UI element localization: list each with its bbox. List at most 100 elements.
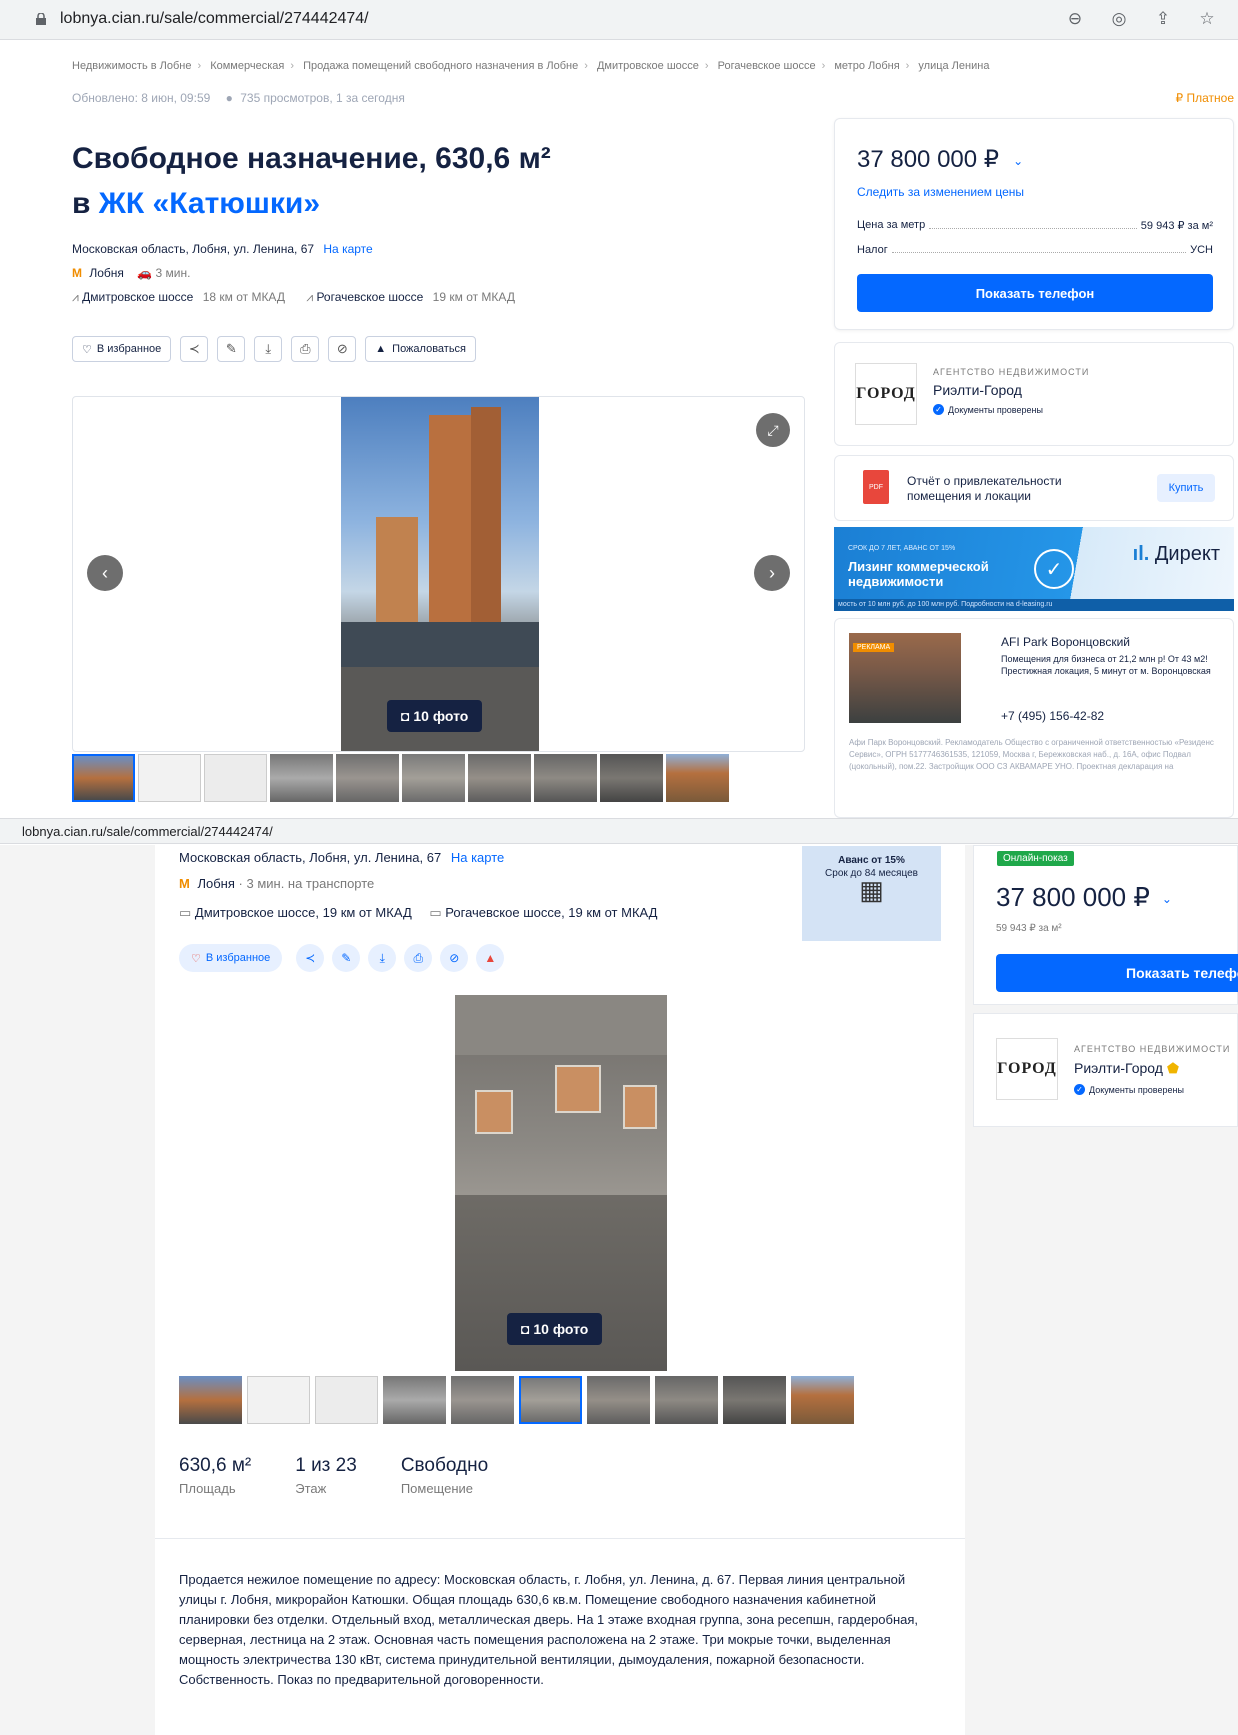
follow-price-link[interactable]: Следить за изменением цены xyxy=(857,185,1024,199)
agency-name[interactable]: Риэлти-Город xyxy=(933,382,1089,398)
photo-count-badge[interactable]: ◘ 10 фото xyxy=(387,700,483,732)
banner-footer: мость от 10 млн руб. до 100 млн руб. Под… xyxy=(834,599,1234,611)
buy-report-button[interactable]: Купить xyxy=(1157,474,1215,502)
thumbnail[interactable] xyxy=(468,754,531,802)
road1-name[interactable]: Дмитровское шоссе xyxy=(82,290,193,304)
chevron-down-icon[interactable]: ⌄ xyxy=(1013,154,1023,168)
lower-print-button[interactable]: ⎙ xyxy=(404,944,433,972)
leasing-banner[interactable]: СРОК ДО 7 ЛЕТ, АВАНС ОТ 15% Лизинг комме… xyxy=(834,527,1234,611)
share-icon: ≺ xyxy=(305,951,316,965)
lower-share-button[interactable]: ≺ xyxy=(296,944,325,972)
highway-icon: ▭ xyxy=(429,905,442,920)
complain-button[interactable]: ▲ Пожаловаться xyxy=(365,336,477,362)
ad-card[interactable]: РЕКЛАМА AFI Park Воронцовский Помещения … xyxy=(834,618,1234,818)
fullscreen-button[interactable]: ⤢ xyxy=(756,413,790,447)
lower-complain-button[interactable]: ▲ xyxy=(476,944,505,972)
lower-show-phone-button[interactable]: Показать телефон xyxy=(996,954,1238,992)
thumbnail[interactable] xyxy=(655,1376,718,1424)
thumbnail[interactable] xyxy=(600,754,663,802)
lower-agent-card[interactable]: ГОРОД АГЕНТСТВО НЕДВИЖИМОСТИ Риэлти-Горо… xyxy=(973,1013,1238,1127)
star-icon[interactable]: ☆ xyxy=(1196,8,1218,30)
eye-off-icon[interactable]: ◎ xyxy=(1108,8,1130,30)
lower-metro-time: · 3 мин. на транспорте xyxy=(238,876,375,891)
print-button[interactable]: ⎙ xyxy=(291,336,320,362)
key-stats: 630,6 м² Площадь 1 из 23 Этаж Свободно П… xyxy=(179,1455,488,1496)
metro-name[interactable]: Лобня xyxy=(89,266,124,280)
breadcrumb-item[interactable]: Рогачевское шоссе xyxy=(718,60,816,72)
breadcrumb-item[interactable]: Продажа помещений свободного назначения … xyxy=(303,60,578,72)
lower-road1[interactable]: Дмитровское шоссе, 19 км от МКАД xyxy=(195,905,412,920)
edit-button[interactable]: ✎ xyxy=(217,336,246,362)
leasing-promo[interactable]: Аванс от 15% Срок до 84 месяцев ▦ xyxy=(802,846,941,941)
thumbnail[interactable] xyxy=(587,1376,650,1424)
favorite-button[interactable]: ♡ В избранное xyxy=(72,336,172,362)
lower-edit-button[interactable]: ✎ xyxy=(332,944,361,972)
lock-icon xyxy=(36,13,46,25)
next-photo-button[interactable]: › xyxy=(754,555,790,591)
zoom-icon[interactable]: ⊖ xyxy=(1064,8,1086,30)
lower-photo-count-badge[interactable]: ◘ 10 фото xyxy=(507,1313,603,1345)
thumbnail[interactable] xyxy=(534,754,597,802)
stat-area: 630,6 м² Площадь xyxy=(179,1455,251,1496)
thumbnail[interactable] xyxy=(666,754,729,802)
prev-photo-button[interactable]: ‹ xyxy=(87,555,123,591)
breadcrumb: Недвижимость в Лобне › Коммерческая › Прод… xyxy=(72,60,990,72)
chevron-down-icon[interactable]: ⌄ xyxy=(1162,892,1172,906)
lower-road2[interactable]: Рогачевское шоссе, 19 км от МКАД xyxy=(445,905,657,920)
stat-label: Помещение xyxy=(400,1481,474,1496)
download-button[interactable]: ⤓ xyxy=(254,336,283,362)
thumbnail[interactable] xyxy=(72,754,135,802)
share-icon[interactable]: ⇪ xyxy=(1152,8,1174,30)
tax-label: Налог xyxy=(857,244,888,256)
ad-phone[interactable]: +7 (495) 156-42-82 xyxy=(1001,709,1104,723)
lower-favorite-button[interactable]: ♡ В избранное xyxy=(179,944,283,972)
favorite-label: В избранное xyxy=(96,343,162,355)
share-button[interactable]: ≺ xyxy=(180,336,209,362)
url-text[interactable]: lobnya.cian.ru/sale/commercial/274442474… xyxy=(60,10,369,28)
breadcrumb-item[interactable]: Коммерческая xyxy=(210,60,284,72)
lower-hide-button[interactable]: ⊘ xyxy=(440,944,469,972)
action-bar: ♡ В избранное ≺ ✎ ⤓ ⎙ ⊘ ▲ Пожаловаться xyxy=(72,336,477,362)
road2-name[interactable]: Рогачевское шоссе xyxy=(316,290,423,304)
map-link[interactable]: На карте xyxy=(323,242,372,256)
ad-title[interactable]: AFI Park Воронцовский xyxy=(1001,635,1130,649)
lower-address-text: Московская область, Лобня, ул. Ленина, 6… xyxy=(179,850,442,865)
breadcrumb-item[interactable]: метро Лобня xyxy=(834,60,899,72)
highway-icon: ⩘ xyxy=(72,290,79,304)
ad-badge: РЕКЛАМА xyxy=(853,643,895,652)
agency-name[interactable]: Риэлти-Город ⬟ xyxy=(1074,1060,1230,1077)
breadcrumb-item[interactable]: улица Ленина xyxy=(918,60,989,72)
thumbnail[interactable] xyxy=(519,1376,582,1424)
thumbnail[interactable] xyxy=(791,1376,854,1424)
thumbnail[interactable] xyxy=(723,1376,786,1424)
thumbnail[interactable] xyxy=(204,754,267,802)
thumbnail[interactable] xyxy=(179,1376,242,1424)
highway-icon: ⩘ xyxy=(306,290,314,304)
complex-link[interactable]: ЖК «Катюшки» xyxy=(99,187,320,220)
thumbnail[interactable] xyxy=(402,754,465,802)
thumbnail[interactable] xyxy=(138,754,201,802)
lower-download-button[interactable]: ⤓ xyxy=(368,944,397,972)
url-text-2[interactable]: lobnya.cian.ru/sale/commercial/274442474… xyxy=(22,824,273,839)
thumbnail[interactable] xyxy=(336,754,399,802)
thumbnail[interactable] xyxy=(315,1376,378,1424)
building-photo[interactable] xyxy=(341,397,539,751)
browser-address-bar-2: lobnya.cian.ru/sale/commercial/274442474… xyxy=(0,818,1238,844)
lower-highways: ▭ Дмитровское шоссе, 19 км от МКАД ▭ Рог… xyxy=(179,905,657,921)
lower-map-link[interactable]: На карте xyxy=(451,850,504,865)
price-card: 37 800 000 ₽ ⌄ Следить за изменением цены… xyxy=(834,118,1234,330)
highway-icon: ▭ xyxy=(179,905,192,920)
thumbnail[interactable] xyxy=(451,1376,514,1424)
thumbnail[interactable] xyxy=(270,754,333,802)
show-phone-button[interactable]: Показать телефон xyxy=(857,274,1213,312)
interior-photo[interactable]: ◘ 10 фото xyxy=(455,995,667,1371)
lower-metro-name[interactable]: Лобня xyxy=(197,876,234,891)
agent-card[interactable]: ГОРОД АГЕНТСТВО НЕДВИЖИМОСТИ Риэлти-Горо… xyxy=(834,342,1234,446)
thumbnail[interactable] xyxy=(247,1376,310,1424)
hide-button[interactable]: ⊘ xyxy=(328,336,357,362)
thumbnail[interactable] xyxy=(383,1376,446,1424)
breadcrumb-item[interactable]: Недвижимость в Лобне xyxy=(72,60,191,72)
paid-label: Платное xyxy=(1186,91,1234,105)
verified-badge: ✓ Документы проверены xyxy=(1074,1084,1230,1095)
breadcrumb-item[interactable]: Дмитровское шоссе xyxy=(597,60,699,72)
